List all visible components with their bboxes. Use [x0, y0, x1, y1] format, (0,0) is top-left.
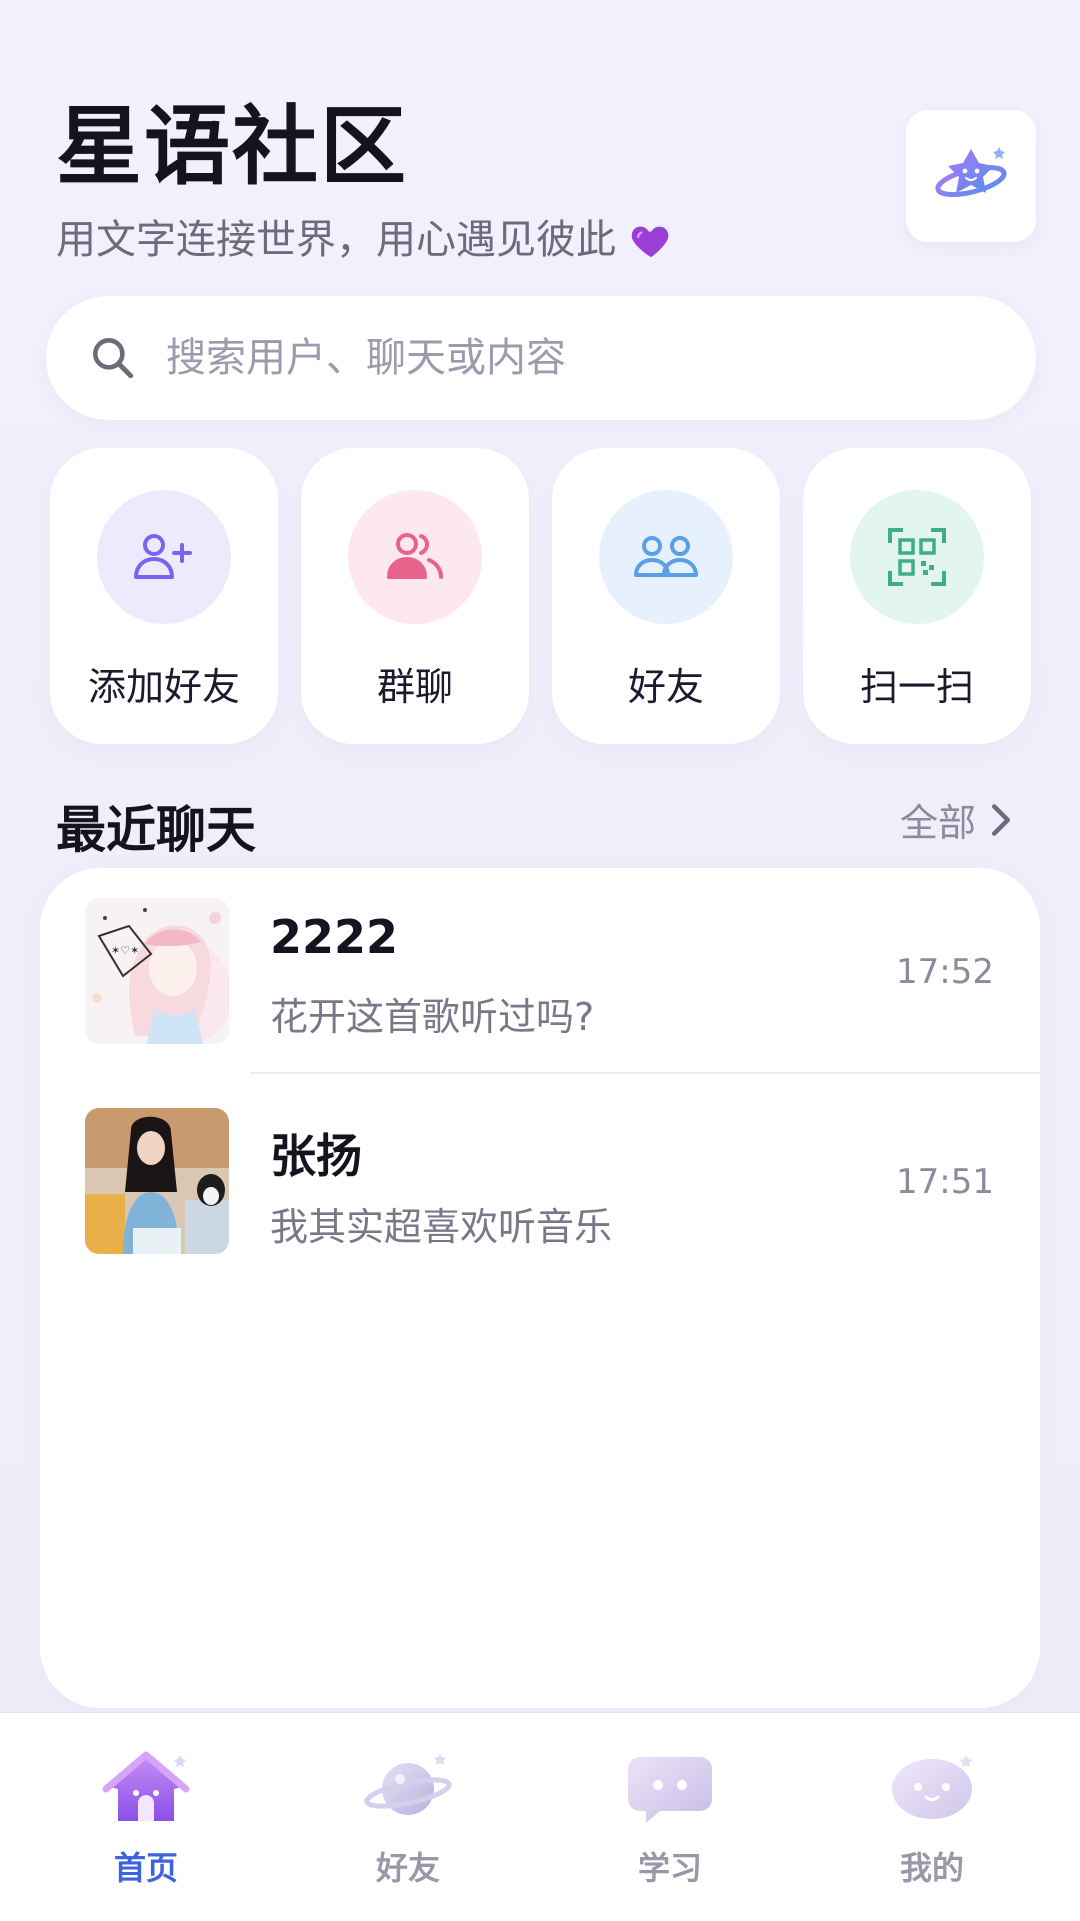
bottom-tab-bar: 首页 好友 学习 我的 [0, 1712, 1080, 1921]
app-title: 星语社区 [56, 97, 408, 197]
star-planet-logo-icon [935, 147, 1007, 197]
qr-scan-icon [888, 528, 946, 586]
chat-preview: 花开这首歌听过吗? [270, 995, 595, 1039]
quick-actions: 添加好友 群聊 好友 扫一扫 [50, 448, 1031, 744]
tab-study-label: 学习 [637, 1849, 702, 1887]
profile-bubble-icon [892, 1755, 972, 1819]
friends-button[interactable]: 好友 [552, 448, 780, 744]
anime-girl-avatar: ✶♡✶ [85, 898, 229, 1044]
chat-list: ✶♡✶ 2222 花开这首歌听过吗? 17:52 张扬 我其实超喜欢听音乐 17… [40, 868, 1040, 1708]
divider [250, 1072, 1040, 1074]
search-icon [93, 338, 134, 379]
group-chat-icon [387, 533, 443, 579]
add-friend-button[interactable]: 添加好友 [50, 448, 278, 744]
friends-label: 好友 [627, 665, 704, 709]
planet-icon [364, 1753, 452, 1815]
friends-icon [634, 536, 698, 577]
svg-text:✶♡✶: ✶♡✶ [111, 944, 139, 957]
tab-friends-label: 好友 [375, 1849, 440, 1887]
tab-home-label: 首页 [113, 1849, 178, 1887]
chat-name: 张扬 [270, 1129, 362, 1183]
tab-friends[interactable]: 好友 [308, 1731, 508, 1901]
add-friend-icon-circle [97, 490, 231, 624]
group-chat-icon-circle [348, 490, 482, 624]
home-screen: 星语社区 用文字连接世界，用心遇见彼此 搜索用户、聊天或内容 添加好友 群聊 好… [0, 0, 1080, 1921]
woman-photo-avatar [85, 1108, 229, 1254]
tab-profile[interactable]: 我的 [832, 1731, 1032, 1901]
scan-icon-circle [850, 490, 984, 624]
subtitle-text: 用文字连接世界，用心遇见彼此 [56, 217, 616, 263]
tab-study[interactable]: 学习 [570, 1731, 770, 1901]
chat-row[interactable]: 张扬 我其实超喜欢听音乐 17:51 [40, 1078, 1040, 1286]
search-bar[interactable] [46, 296, 1036, 420]
see-all-label: 全部 [900, 801, 977, 845]
chat-time: 17:51 [896, 1162, 994, 1202]
app-subtitle: 用文字连接世界，用心遇见彼此 [56, 212, 674, 268]
group-chat-button[interactable]: 群聊 [301, 448, 529, 744]
purple-heart-icon [631, 226, 669, 258]
group-chat-label: 群聊 [376, 665, 453, 709]
chat-preview: 我其实超喜欢听音乐 [270, 1205, 613, 1249]
tab-home[interactable]: 首页 [46, 1731, 246, 1901]
chat-name: 2222 [270, 910, 399, 964]
friends-icon-circle [599, 490, 733, 624]
search-input[interactable] [164, 334, 968, 382]
recent-chats-title: 最近聊天 [56, 801, 256, 859]
see-all-link[interactable]: 全部 [900, 792, 1012, 847]
chevron-right-icon [992, 803, 1011, 836]
add-friend-label: 添加好友 [87, 665, 240, 709]
chat-row[interactable]: ✶♡✶ 2222 花开这首歌听过吗? 17:52 [40, 868, 1040, 1076]
logo-card[interactable] [906, 110, 1036, 242]
scan-label: 扫一扫 [859, 665, 974, 709]
tab-profile-label: 我的 [899, 1849, 964, 1887]
home-icon [102, 1751, 190, 1821]
scan-button[interactable]: 扫一扫 [803, 448, 1031, 744]
chat-time: 17:52 [896, 952, 994, 992]
add-user-icon [134, 534, 192, 579]
chat-bubble-icon [628, 1757, 712, 1823]
